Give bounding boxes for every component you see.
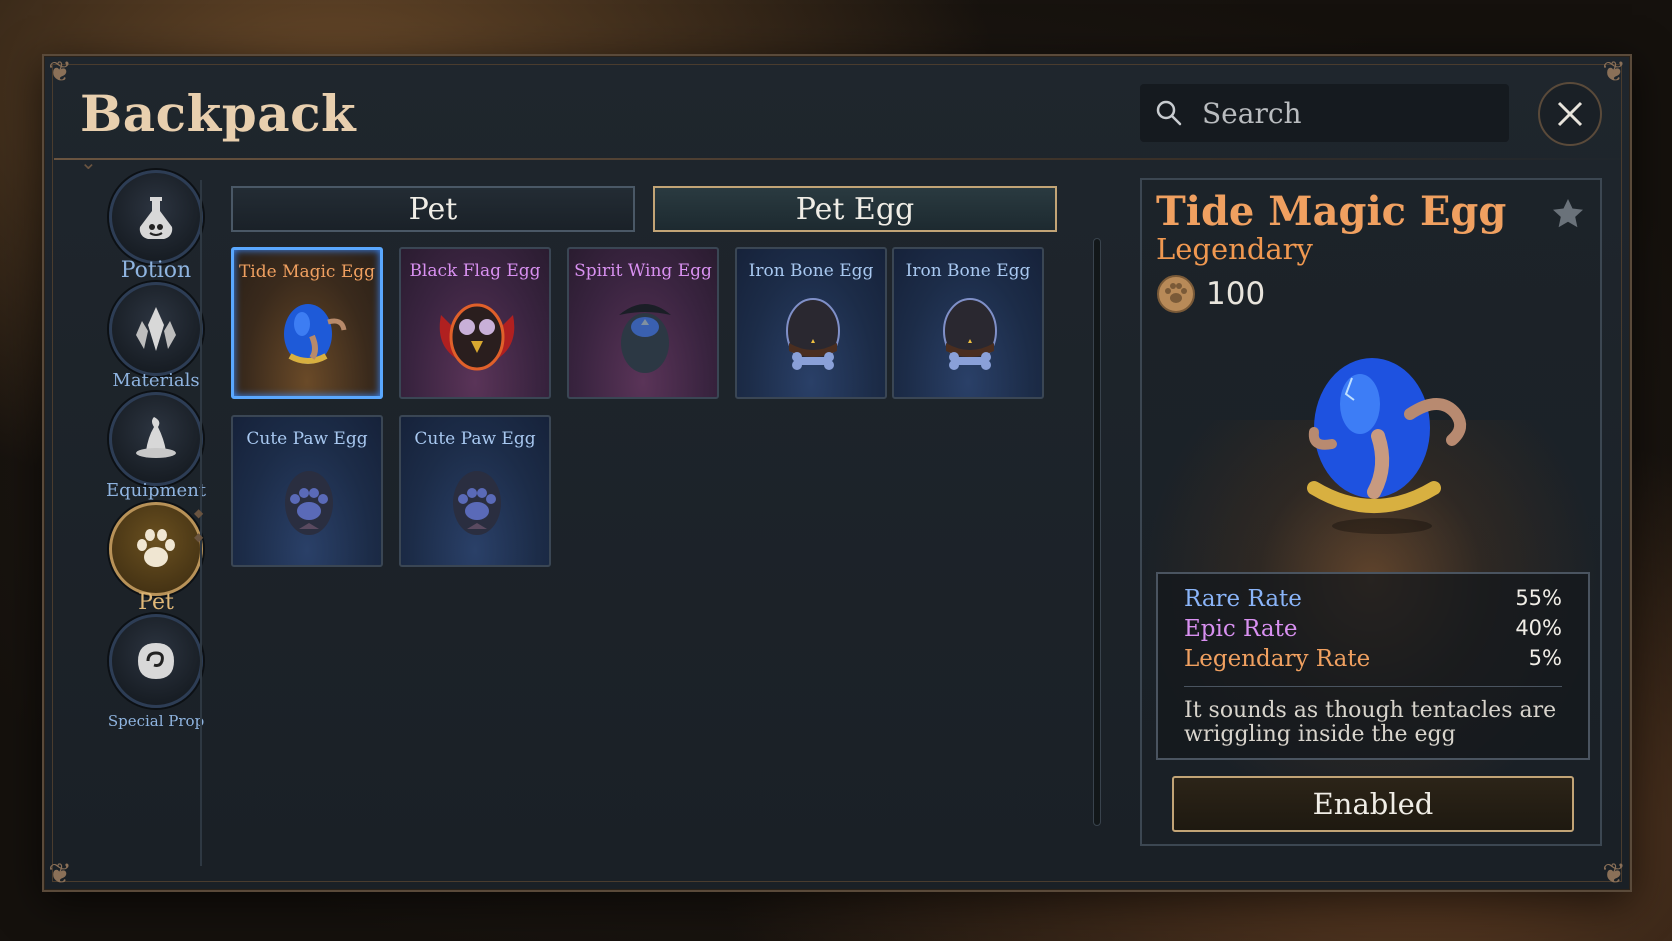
rate-row-legendary: Legendary Rate 5% (1184, 646, 1562, 676)
paw-icon (109, 502, 203, 596)
item-card-spirit-wing-egg[interactable]: Spirit Wing Egg (567, 247, 719, 399)
detail-rarity: Legendary (1156, 232, 1313, 266)
spirit-wing-egg-icon (619, 304, 671, 373)
item-card-tide-magic-egg[interactable]: Tide Magic Egg (231, 247, 383, 399)
search-placeholder: Search (1202, 96, 1302, 130)
iron-bone-egg-icon (786, 298, 840, 370)
corner-ornament-icon: ❦ (1602, 857, 1626, 890)
rate-row-epic: Epic Rate 40% (1184, 616, 1562, 646)
item-name: Spirit Wing Egg (574, 261, 712, 281)
sidebar-item-special-prop[interactable]: Special Prop (76, 614, 236, 730)
rate-value: 55% (1515, 586, 1562, 610)
close-icon (1557, 101, 1583, 127)
black-flag-egg-icon (439, 303, 515, 371)
corner-ornament-icon: ❦ (48, 857, 72, 890)
item-name: Tide Magic Egg (238, 262, 376, 282)
cute-paw-egg-icon (453, 471, 501, 535)
tab-pet[interactable]: Pet (231, 186, 635, 232)
item-card-black-flag-egg[interactable]: Black Flag Egg (399, 247, 551, 399)
item-description: It sounds as though tentacles are wriggl… (1184, 698, 1557, 747)
rate-label: Epic Rate (1184, 616, 1298, 642)
sidebar-item-pet[interactable]: Pet (76, 502, 236, 615)
rate-label: Legendary Rate (1184, 646, 1371, 672)
item-name: Cute Paw Egg (246, 429, 368, 449)
item-card-cute-paw-egg[interactable]: Cute Paw Egg (399, 415, 551, 567)
tab-pet-egg[interactable]: Pet Egg (653, 186, 1057, 232)
potion-flask-icon (109, 170, 203, 264)
rate-value: 5% (1528, 646, 1562, 670)
price-value: 100 (1206, 276, 1266, 312)
iron-bone-egg-icon (943, 298, 997, 370)
sidebar-item-label: Materials (112, 370, 200, 391)
window-title: Backpack (80, 84, 357, 143)
corner-ornament-icon: ❦ (48, 55, 72, 88)
item-card-iron-bone-egg[interactable]: Iron Bone Egg (735, 247, 887, 399)
crystal-icon (109, 282, 203, 376)
item-card-iron-bone-egg[interactable]: Iron Bone Egg (892, 247, 1044, 399)
price: 100 (1156, 274, 1265, 314)
item-detail-panel: Tide Magic Egg Legendary 100 Rare Rate 5… (1140, 178, 1602, 846)
sidebar-item-label: Equipment (105, 480, 207, 501)
sidebar-item-label: Special Prop (107, 712, 205, 730)
sidebar-item-materials[interactable]: Materials (76, 282, 236, 391)
paw-coin-icon (1157, 275, 1195, 313)
search-icon (1140, 84, 1198, 142)
grid-scrollbar[interactable] (1093, 238, 1101, 826)
corner-ornament-icon: ❦ (1602, 55, 1626, 88)
tide-magic-egg-icon (284, 304, 347, 364)
wizard-hat-icon (109, 392, 203, 486)
item-name: Iron Bone Egg (748, 261, 874, 281)
special-prop-icon (109, 614, 203, 708)
close-button[interactable] (1538, 82, 1602, 146)
favorite-star-icon[interactable] (1550, 196, 1586, 236)
sidebar-item-label: Pet (138, 590, 174, 615)
enabled-button[interactable]: Enabled (1172, 776, 1574, 832)
detail-item-name: Tide Magic Egg (1156, 188, 1507, 235)
drop-rates-box: Rare Rate 55% Epic Rate 40% Legendary Ra… (1156, 572, 1590, 760)
item-name: Black Flag Egg (409, 261, 541, 281)
rates-divider (1184, 686, 1562, 687)
item-card-cute-paw-egg[interactable]: Cute Paw Egg (231, 415, 383, 567)
sidebar-item-potion[interactable]: Potion (76, 170, 236, 283)
sidebar-item-equipment[interactable]: Equipment (76, 392, 236, 501)
tide-magic-egg-large-icon (1307, 358, 1467, 534)
item-name: Iron Bone Egg (905, 261, 1031, 281)
rate-row-rare: Rare Rate 55% (1184, 586, 1562, 616)
rate-value: 40% (1515, 616, 1562, 640)
cute-paw-egg-icon (285, 471, 333, 535)
item-name: Cute Paw Egg (414, 429, 536, 449)
search-input[interactable]: Search (1140, 84, 1509, 142)
rate-label: Rare Rate (1184, 586, 1302, 612)
sidebar-item-label: Potion (120, 258, 192, 283)
sidebar-divider (194, 180, 203, 866)
title-divider (54, 158, 1628, 160)
